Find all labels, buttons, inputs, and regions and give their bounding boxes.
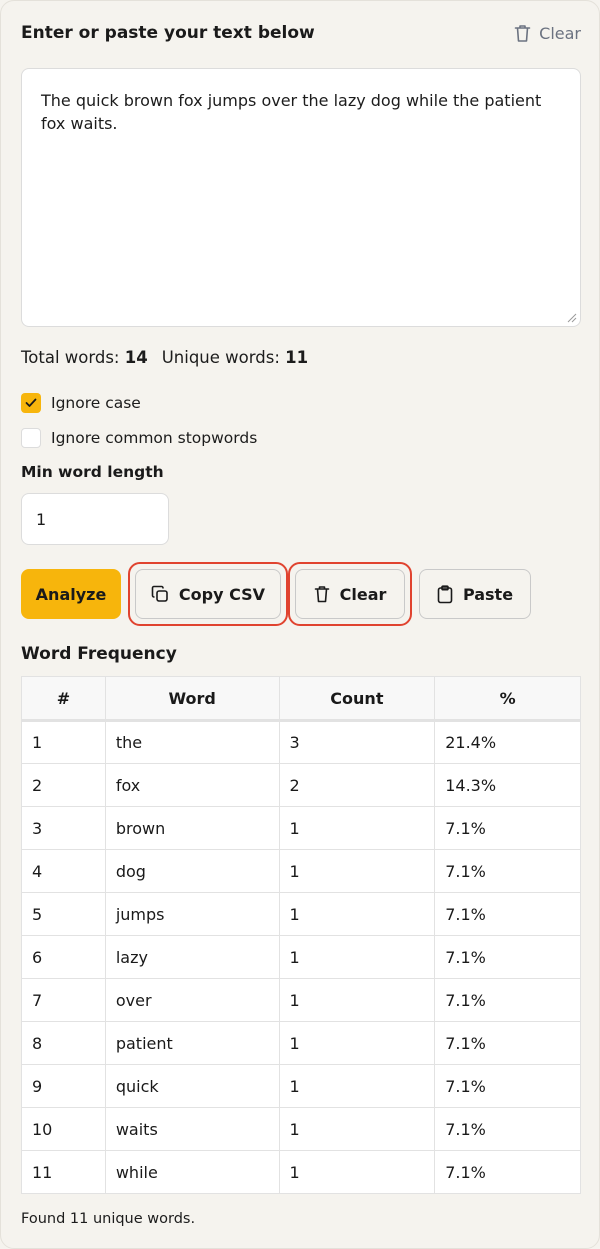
percent-cell: 7.1% <box>434 849 581 893</box>
percent-cell: 7.1% <box>434 978 581 1022</box>
count-cell: 1 <box>278 1021 436 1065</box>
percent-cell: 14.3% <box>434 763 581 807</box>
rank-cell: 7 <box>21 978 106 1022</box>
rank-cell: 2 <box>21 763 106 807</box>
clipboard-icon <box>437 584 453 603</box>
count-cell: 2 <box>278 763 436 807</box>
min-word-length-input[interactable] <box>21 493 169 545</box>
count-cell: 3 <box>278 720 436 764</box>
analyze-button[interactable]: Analyze <box>21 569 121 619</box>
word-cell: while <box>104 1150 280 1194</box>
rank-cell: 9 <box>21 1064 106 1108</box>
paste-button[interactable]: Paste <box>419 569 531 619</box>
column-header-count[interactable]: Count <box>278 676 436 722</box>
total-words-stat: Total words: 14 <box>21 348 148 367</box>
column-header-rank[interactable]: # <box>21 676 106 722</box>
word-cell: patient <box>104 1021 280 1065</box>
word-cell: jumps <box>104 892 280 936</box>
percent-cell: 7.1% <box>434 892 581 936</box>
rank-cell: 5 <box>21 892 106 936</box>
word-cell: waits <box>104 1107 280 1151</box>
count-cell: 1 <box>278 1064 436 1108</box>
check-icon <box>25 398 37 407</box>
page-title: Enter or paste your text below <box>21 23 315 43</box>
count-cell: 1 <box>278 892 436 936</box>
count-cell: 1 <box>278 849 436 893</box>
table-row: 2 fox 2 14.3% <box>21 763 581 807</box>
ignore-case-checkbox[interactable] <box>21 393 41 413</box>
header: Enter or paste your text below Clear <box>21 21 581 45</box>
word-cell: brown <box>104 806 280 850</box>
analyze-label: Analyze <box>35 584 107 604</box>
table-row: 3 brown 1 7.1% <box>21 806 581 850</box>
resize-grip-icon[interactable] <box>567 313 577 323</box>
count-cell: 1 <box>278 806 436 850</box>
percent-cell: 21.4% <box>434 720 581 764</box>
paste-label: Paste <box>462 584 514 604</box>
word-frequency-table: # Word Count % 1 the 3 21.4% 2 fox 2 14.3% 3 brow… <box>21 676 581 1194</box>
column-header-percent[interactable]: % <box>434 676 581 722</box>
percent-cell: 7.1% <box>434 1107 581 1151</box>
rank-cell: 1 <box>21 720 106 764</box>
text-input[interactable]: The quick brown fox jumps over the lazy … <box>21 68 581 327</box>
word-cell: over <box>104 978 280 1022</box>
ignore-stopwords-label: Ignore common stopwords <box>51 429 258 447</box>
column-header-word[interactable]: Word <box>104 676 280 722</box>
word-cell: quick <box>104 1064 280 1108</box>
rank-cell: 8 <box>21 1021 106 1065</box>
trash-icon <box>514 24 531 42</box>
percent-cell: 7.1% <box>434 1021 581 1065</box>
table-header-row: # Word Count % <box>21 676 581 722</box>
word-cell: fox <box>104 763 280 807</box>
unique-words-stat: Unique words: 11 <box>162 348 308 367</box>
ignore-case-option[interactable]: Ignore case <box>21 393 141 413</box>
percent-cell: 7.1% <box>434 1064 581 1108</box>
count-cell: 1 <box>278 935 436 979</box>
rank-cell: 3 <box>21 806 106 850</box>
word-cell: dog <box>104 849 280 893</box>
total-words-value: 14 <box>124 348 148 367</box>
unique-words-value: 11 <box>285 348 309 367</box>
rank-cell: 6 <box>21 935 106 979</box>
table-row: 4 dog 1 7.1% <box>21 849 581 893</box>
rank-cell: 10 <box>21 1107 106 1151</box>
table-row: 9 quick 1 7.1% <box>21 1064 581 1108</box>
percent-cell: 7.1% <box>434 806 581 850</box>
word-cell: lazy <box>104 935 280 979</box>
table-row: 8 patient 1 7.1% <box>21 1021 581 1065</box>
results-title: Word Frequency <box>21 644 177 664</box>
header-clear-button[interactable]: Clear <box>514 24 581 43</box>
clear-highlight <box>288 562 412 626</box>
min-word-length-label: Min word length <box>21 463 164 481</box>
percent-cell: 7.1% <box>434 1150 581 1194</box>
count-cell: 1 <box>278 1150 436 1194</box>
word-frequency-card: Enter or paste your text below Clear The… <box>0 0 600 1249</box>
count-cell: 1 <box>278 978 436 1022</box>
ignore-stopwords-checkbox[interactable] <box>21 428 41 448</box>
ignore-case-label: Ignore case <box>51 394 141 412</box>
word-stats: Total words: 14 Unique words: 11 <box>21 348 308 367</box>
table-row: 5 jumps 1 7.1% <box>21 892 581 936</box>
copy-csv-highlight <box>128 562 288 626</box>
results-summary: Found 11 unique words. <box>21 1211 196 1227</box>
rank-cell: 11 <box>21 1150 106 1194</box>
table-body: 1 the 3 21.4% 2 fox 2 14.3% 3 brown 1 7.1% 4 dog 1 7.1%… <box>21 720 581 1194</box>
header-clear-label: Clear <box>539 23 581 43</box>
percent-cell: 7.1% <box>434 935 581 979</box>
count-cell: 1 <box>278 1107 436 1151</box>
word-cell: the <box>104 720 280 764</box>
ignore-stopwords-option[interactable]: Ignore common stopwords <box>21 428 257 448</box>
table-row: 11 while 1 7.1% <box>21 1150 581 1194</box>
table-row: 10 waits 1 7.1% <box>21 1107 581 1151</box>
table-row: 1 the 3 21.4% <box>21 720 581 764</box>
total-words-label: Total words: <box>21 348 120 367</box>
rank-cell: 4 <box>21 849 106 893</box>
unique-words-label: Unique words: <box>161 348 280 367</box>
table-row: 6 lazy 1 7.1% <box>21 935 581 979</box>
table-row: 7 over 1 7.1% <box>21 978 581 1022</box>
